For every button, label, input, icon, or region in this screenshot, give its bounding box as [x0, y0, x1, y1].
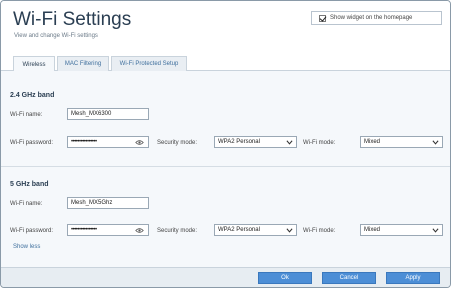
show-less-link[interactable]: Show less — [13, 244, 40, 250]
security-mode-label-5: Security mode: — [157, 228, 198, 234]
security-mode-value-5: WPA2 Personal — [218, 227, 260, 233]
wifi-mode-label-5: Wi-Fi mode: — [303, 228, 336, 234]
footer-bar — [1, 267, 450, 287]
wifi-name-input-5[interactable]: Mesh_MX5Ghz — [67, 197, 149, 209]
wifi-mode-select-24[interactable]: Mixed — [360, 136, 443, 148]
wifi-password-value-5: •••••••••••••••• — [71, 227, 97, 233]
page-title: Wi-Fi Settings — [13, 9, 132, 30]
wifi-password-label-5: Wi-Fi password: — [10, 228, 54, 234]
security-mode-select-24[interactable]: WPA2 Personal — [214, 136, 297, 148]
band-5-title: 5 GHz band — [10, 181, 49, 188]
chevron-down-icon — [286, 140, 293, 145]
section-divider — [1, 166, 450, 167]
eye-icon[interactable] — [135, 139, 144, 146]
band-24-title: 2.4 GHz band — [10, 92, 55, 99]
checked-checkbox-icon[interactable] — [319, 14, 326, 22]
wifi-name-input-24[interactable]: Mesh_MX6300 — [67, 108, 149, 120]
tab-mac-filtering[interactable]: MAC Filtering — [57, 56, 109, 71]
security-mode-value-24: WPA2 Personal — [218, 139, 260, 145]
apply-button[interactable]: Apply — [386, 272, 440, 284]
tab-wifi-protected-setup[interactable]: Wi-Fi Protected Setup — [111, 56, 187, 71]
show-widget-toggle[interactable]: Show widget on the homepage — [311, 11, 442, 25]
show-widget-label: Show widget on the homepage — [330, 15, 413, 21]
header: Wi-Fi Settings View and change Wi-Fi set… — [1, 1, 450, 51]
chevron-down-icon — [432, 140, 439, 145]
wireless-panel — [1, 71, 450, 267]
page-subtitle: View and change Wi-Fi settings — [14, 33, 98, 39]
wifi-password-label-24: Wi-Fi password: — [10, 140, 54, 146]
chevron-down-icon — [286, 228, 293, 233]
chevron-down-icon — [432, 228, 439, 233]
wifi-mode-value-5: Mixed — [364, 227, 381, 233]
wifi-mode-select-5[interactable]: Mixed — [360, 224, 443, 236]
wifi-password-input-5[interactable]: •••••••••••••••• — [67, 224, 149, 236]
wifi-name-label-24: Wi-Fi name: — [10, 112, 43, 118]
security-mode-select-5[interactable]: WPA2 Personal — [214, 224, 297, 236]
wifi-password-input-24[interactable]: •••••••••••••••• — [67, 136, 149, 148]
wifi-name-value-24: Mesh_MX6300 — [71, 111, 112, 117]
eye-icon[interactable] — [135, 227, 144, 234]
tab-wireless[interactable]: Wireless — [13, 56, 55, 72]
ok-button[interactable]: Ok — [258, 272, 312, 284]
wifi-password-value-24: •••••••••••••••• — [71, 139, 97, 145]
cancel-button[interactable]: Cancel — [322, 272, 376, 284]
wifi-name-label-5: Wi-Fi name: — [10, 201, 43, 207]
security-mode-label-24: Security mode: — [157, 140, 198, 146]
wifi-name-value-5: Mesh_MX5Ghz — [71, 200, 113, 206]
wifi-mode-value-24: Mixed — [364, 139, 381, 145]
wifi-settings-window: Wi-Fi Settings View and change Wi-Fi set… — [0, 0, 451, 288]
wifi-mode-label-24: Wi-Fi mode: — [303, 140, 336, 146]
